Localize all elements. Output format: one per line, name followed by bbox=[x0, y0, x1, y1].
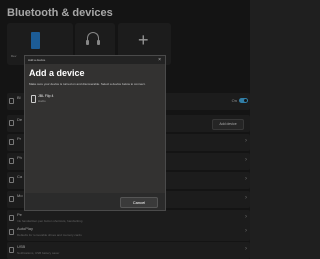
dialog-heading: Add a device bbox=[29, 68, 85, 78]
speaker-icon bbox=[31, 95, 36, 103]
close-icon[interactable]: × bbox=[158, 57, 161, 63]
dialog-instructions: Make sure your device is turned on and d… bbox=[29, 82, 146, 86]
dialog-footer: Cancel bbox=[25, 193, 165, 210]
dialog-titlebar: Add a device × bbox=[25, 56, 165, 64]
device-list-item[interactable]: JBL Flip 4 Audio bbox=[29, 91, 159, 107]
cancel-button[interactable]: Cancel bbox=[120, 197, 158, 208]
dialog-caption: Add a device bbox=[28, 58, 46, 62]
device-type: Audio bbox=[38, 99, 46, 103]
add-device-dialog: Add a device × Add a device Make sure yo… bbox=[24, 55, 166, 211]
device-name: JBL Flip 4 bbox=[38, 94, 54, 98]
